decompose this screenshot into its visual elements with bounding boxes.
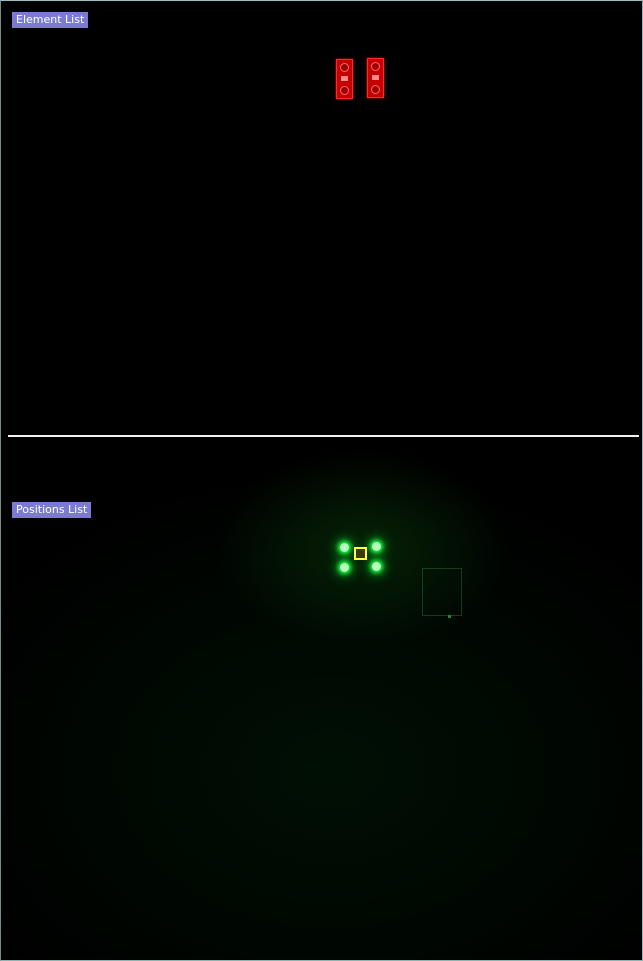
positions-list-panel[interactable]: Positions List (1, 440, 642, 960)
panel-splitter[interactable] (8, 435, 639, 437)
component-body-icon (372, 75, 379, 80)
element-item-2[interactable] (367, 58, 384, 98)
led-position-1[interactable] (340, 543, 349, 552)
faint-board-outline (422, 568, 462, 616)
selection-marker[interactable] (354, 547, 367, 560)
led-position-2[interactable] (372, 542, 381, 551)
led-position-4[interactable] (372, 562, 381, 571)
pin-icon (371, 62, 380, 71)
element-item-1[interactable] (336, 59, 353, 99)
element-list-label: Element List (12, 12, 89, 28)
pin-icon (340, 63, 349, 72)
pin-icon (340, 86, 349, 95)
pin-icon (371, 85, 380, 94)
positions-list-label: Positions List (12, 502, 92, 518)
faint-point (448, 615, 451, 618)
component-body-icon (341, 76, 348, 81)
element-list-panel[interactable]: Element List (1, 1, 642, 435)
led-position-3[interactable] (340, 563, 349, 572)
